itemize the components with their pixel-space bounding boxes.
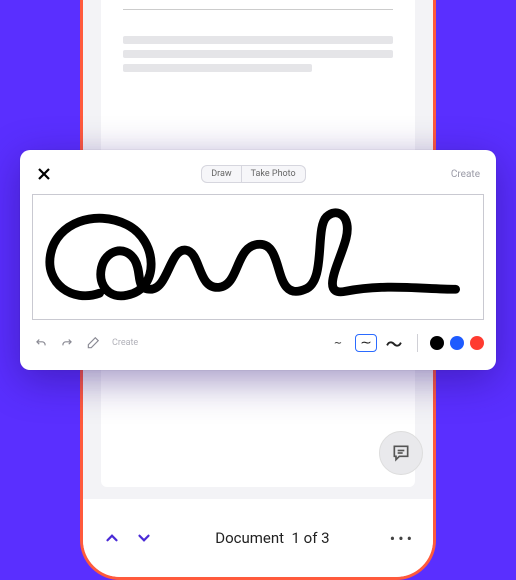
doc-divider <box>123 9 393 10</box>
close-icon <box>38 168 50 180</box>
color-black[interactable] <box>430 336 444 350</box>
signature-stroke <box>33 195 483 319</box>
comment-button[interactable] <box>379 431 423 475</box>
erase-button[interactable] <box>84 334 102 352</box>
more-button[interactable]: ••• <box>390 529 415 548</box>
create-button[interactable]: Create <box>451 169 484 180</box>
chevron-up-icon <box>103 529 121 547</box>
doc-text-line <box>123 64 312 72</box>
toolbar-divider <box>417 334 418 352</box>
stroke-width-options: ∼ ∼ 〜 <box>327 334 405 352</box>
prev-button[interactable] <box>101 527 123 549</box>
doc-text-line <box>123 36 393 44</box>
counter-value: 1 of 3 <box>292 529 330 547</box>
mode-tabs: Draw Take Photo <box>201 165 305 183</box>
redo-icon <box>60 336 74 350</box>
stroke-thin[interactable]: ∼ <box>327 334 349 352</box>
counter-prefix: Document <box>215 529 284 547</box>
color-blue[interactable] <box>450 336 464 350</box>
redo-button[interactable] <box>58 334 76 352</box>
comment-icon <box>391 443 411 463</box>
color-red[interactable] <box>470 336 484 350</box>
document-counter: Document 1 of 3 <box>165 529 380 547</box>
modal-toolbar: Create ∼ ∼ 〜 <box>32 326 484 360</box>
create-label: Create <box>112 338 138 348</box>
modal-header: Draw Take Photo Create <box>32 160 484 188</box>
tab-draw[interactable]: Draw <box>201 165 241 183</box>
tab-take-photo[interactable]: Take Photo <box>242 165 306 183</box>
next-button[interactable] <box>133 527 155 549</box>
signature-canvas[interactable] <box>32 194 484 320</box>
undo-icon <box>34 336 48 350</box>
signature-modal: Draw Take Photo Create Create ∼ ∼ 〜 <box>20 150 496 370</box>
doc-text-line <box>123 50 393 58</box>
chevron-down-icon <box>135 529 153 547</box>
stroke-medium[interactable]: ∼ <box>355 334 377 352</box>
undo-button[interactable] <box>32 334 50 352</box>
bottom-toolbar: Document 1 of 3 ••• <box>83 499 433 577</box>
color-options <box>430 336 484 350</box>
stroke-thick[interactable]: 〜 <box>383 334 405 352</box>
close-button[interactable] <box>32 165 56 184</box>
eraser-icon <box>86 336 100 350</box>
